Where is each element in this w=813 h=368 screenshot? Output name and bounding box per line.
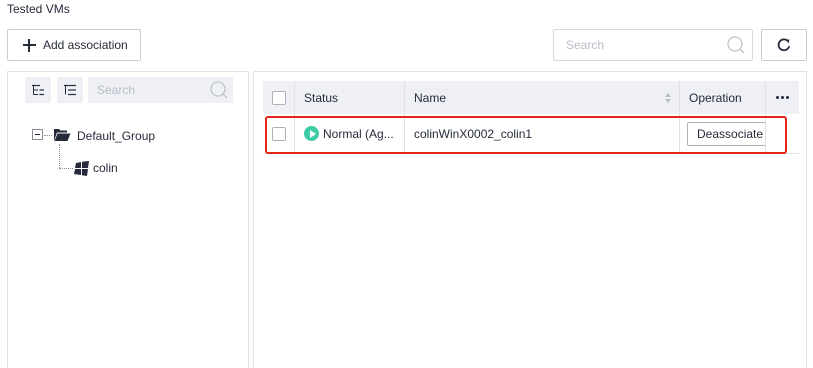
operation-cell: Deassociate: [680, 114, 766, 153]
plus-icon: [23, 38, 36, 52]
column-header-name-label: Name: [414, 90, 447, 105]
add-association-button[interactable]: Add association: [7, 29, 141, 61]
column-settings-button[interactable]: [766, 81, 799, 114]
expand-tree-icon: [64, 84, 76, 96]
vm-table-panel: Status Name Operation Normal (Ag... coli…: [253, 71, 807, 368]
search-icon[interactable]: [209, 80, 229, 100]
refresh-button[interactable]: [761, 29, 807, 61]
sort-icon[interactable]: [665, 92, 671, 103]
group-tree-panel: Default_Group colin: [7, 71, 249, 368]
windows-icon: [74, 161, 89, 176]
section-title: Tested VMs: [7, 2, 70, 16]
row-checkbox[interactable]: [271, 126, 286, 141]
column-header-name[interactable]: Name: [405, 81, 680, 114]
select-all-checkbox[interactable]: [271, 90, 286, 105]
collapse-tree-button[interactable]: [25, 77, 51, 103]
column-header-operation: Operation: [680, 81, 766, 114]
refresh-icon: [777, 38, 791, 52]
table-header: Status Name Operation: [263, 81, 799, 114]
status-running-icon: [304, 126, 319, 141]
collapse-tree-icon: [32, 84, 44, 96]
tree-search-input[interactable]: [97, 83, 209, 97]
status-text: Normal (Ag...: [323, 126, 394, 141]
add-association-label: Add association: [43, 38, 128, 52]
name-cell: colinWinX0002_colin1: [405, 114, 680, 153]
tree-connector: [59, 168, 73, 169]
tree-connector: [44, 135, 52, 136]
column-header-status: Status: [295, 81, 405, 114]
deassociate-button[interactable]: Deassociate: [687, 121, 765, 146]
status-cell: Normal (Ag...: [295, 114, 405, 153]
tested-vms-panel: Tested VMs Add association Search Search…: [0, 0, 813, 368]
row-extra-cell: [766, 114, 799, 153]
tree-group-label[interactable]: Default_Group: [77, 129, 155, 143]
tree-connector: [59, 144, 60, 168]
table-row: Normal (Ag... colinWinX0002_colin1 Deass…: [263, 114, 799, 154]
collapse-group-toggle[interactable]: [32, 129, 43, 140]
folder-open-icon: [54, 129, 71, 141]
vm-search-box[interactable]: [553, 29, 753, 61]
expand-tree-button[interactable]: [57, 77, 83, 103]
more-icon: [776, 96, 789, 99]
tree-vm-label[interactable]: colin: [93, 161, 118, 175]
row-select-cell: [263, 114, 295, 153]
header-select-cell: [263, 81, 295, 114]
search-icon[interactable]: [726, 35, 746, 55]
vm-search-input[interactable]: [566, 38, 726, 52]
tree-search-box[interactable]: [88, 77, 233, 103]
